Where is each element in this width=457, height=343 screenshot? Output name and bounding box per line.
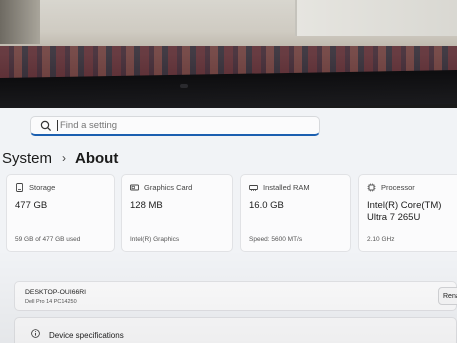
info-icon: [31, 329, 40, 338]
storage-value: 477 GB: [15, 200, 48, 211]
processor-card[interactable]: Processor Intel(R) Core(TM) Ultra 7 265U…: [358, 174, 457, 252]
processor-value: Intel(R) Core(TM) Ultra 7 265U: [367, 200, 442, 223]
search-icon: [40, 120, 52, 131]
storage-detail: 59 GB of 477 GB used: [15, 236, 81, 243]
device-name-row: DESKTOP-OUI66RI Dell Pro 14 PC14250 Rena: [14, 281, 457, 311]
device-model: Dell Pro 14 PC14250: [25, 299, 77, 305]
device-specifications-row[interactable]: Device specifications: [14, 317, 457, 343]
processor-title: Processor: [381, 183, 415, 192]
storage-title: Storage: [29, 183, 56, 192]
graphics-card-title: Graphics Card: [144, 183, 193, 192]
rename-button[interactable]: Rena: [438, 287, 457, 305]
graphics-card-card[interactable]: Graphics Card 128 MB Intel(R) Graphics: [121, 174, 233, 252]
graphics-card-value: 128 MB: [130, 200, 163, 211]
laptop-bezel: [0, 70, 457, 112]
breadcrumb-separator: ›: [62, 151, 67, 165]
device-specifications-label: Device specifications: [49, 331, 124, 340]
graphics-card-icon: [130, 184, 139, 191]
ram-icon: [249, 185, 258, 191]
storage-icon: [16, 183, 23, 192]
search-box[interactable]: [30, 116, 320, 136]
processor-detail: 2.10 GHz: [367, 236, 395, 243]
device-name: DESKTOP-OUI66RI: [25, 289, 87, 296]
wall-panel: [295, 0, 457, 36]
ram-card[interactable]: Installed RAM 16.0 GB Speed: 5600 MT/s: [240, 174, 351, 252]
processor-icon: [367, 183, 376, 192]
settings-window: System › About Storage 477 GB 59 GB of 4…: [0, 108, 457, 343]
graphics-card-detail: Intel(R) Graphics: [130, 236, 180, 243]
ram-value: 16.0 GB: [249, 200, 284, 211]
search-input[interactable]: [57, 120, 290, 131]
breadcrumb: System › About: [2, 146, 118, 170]
webcam: [180, 84, 188, 88]
page-title: About: [75, 149, 119, 167]
wall-shadow: [0, 0, 40, 44]
storage-card[interactable]: Storage 477 GB 59 GB of 477 GB used: [6, 174, 115, 252]
ram-title: Installed RAM: [263, 183, 310, 192]
breadcrumb-parent[interactable]: System: [2, 150, 52, 167]
ram-detail: Speed: 5600 MT/s: [249, 236, 303, 243]
